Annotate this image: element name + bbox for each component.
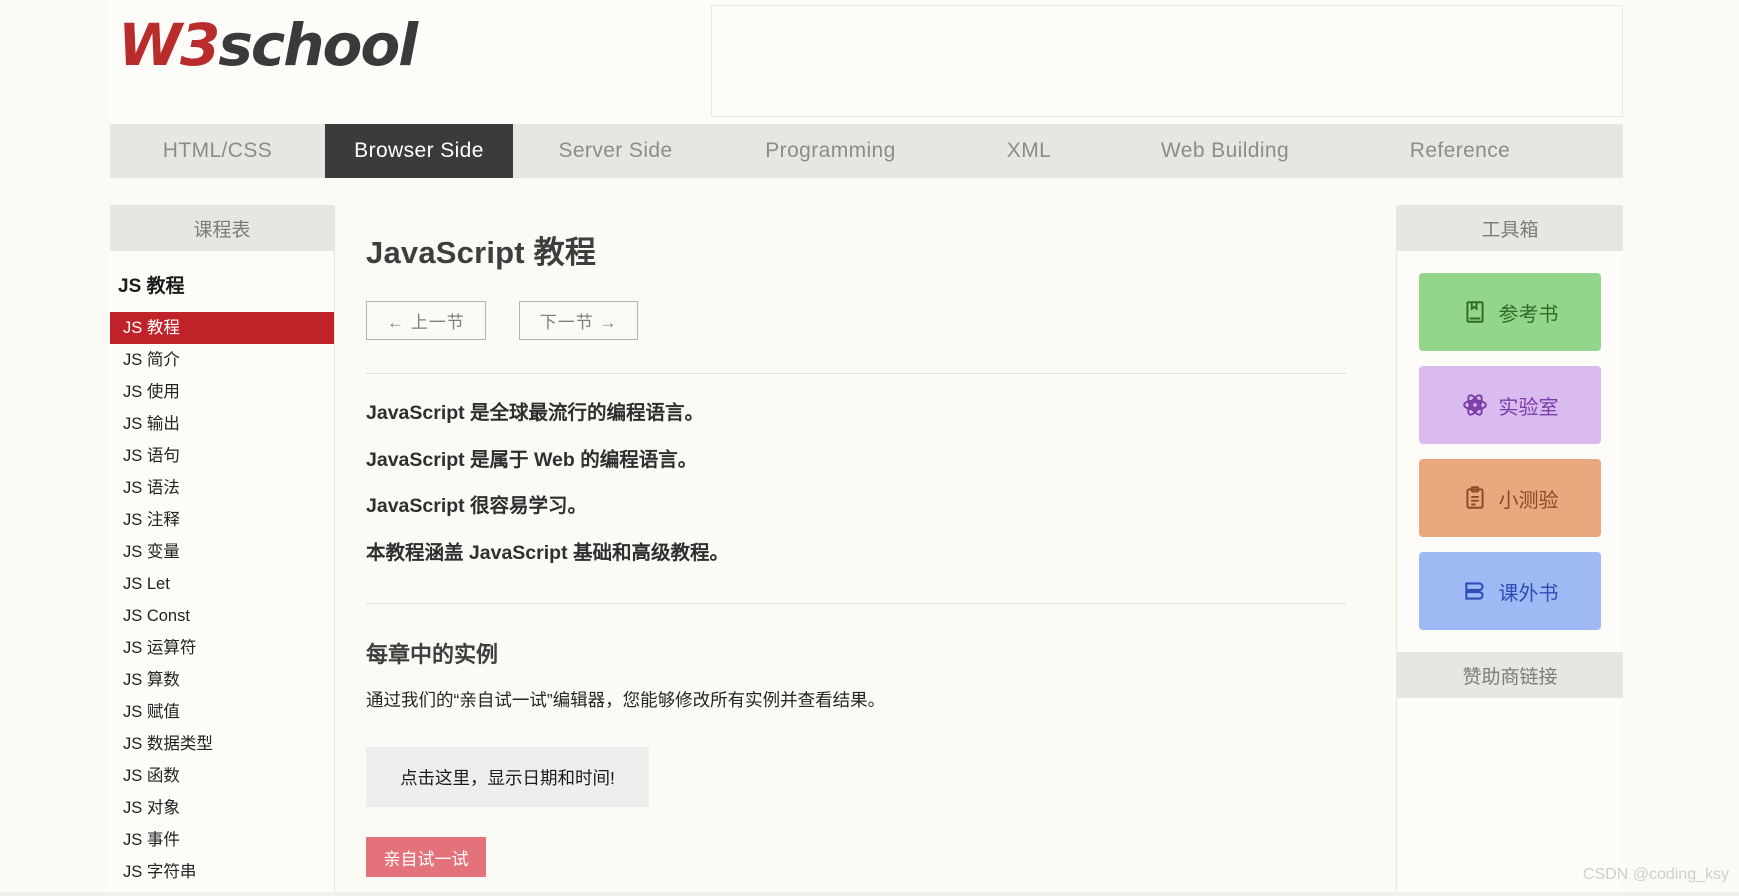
sidebar-item[interactable]: JS Const [110, 600, 334, 632]
sidebar-item[interactable]: JS 注释 [110, 504, 334, 536]
section-heading: 每章中的实例 [366, 642, 499, 667]
sidebar-heading: JS 教程 [118, 276, 185, 297]
toolbox-button-label: 小测验 [1498, 489, 1559, 512]
sidebar-item[interactable]: JS 数据类型 [110, 728, 334, 760]
toolbox-button-label: 实验室 [1498, 396, 1559, 419]
site-logo[interactable]: W3school [118, 16, 418, 74]
tab-browser-side[interactable]: Browser Side [325, 124, 513, 178]
top-navigation: HTML/CSS Browser Side Server Side Progra… [110, 124, 1623, 178]
book-icon [1462, 299, 1488, 325]
sidebar-menu: JS 教程 JS 简介 JS 使用 JS 输出 JS 语句 JS 语法 JS 注释 JS 变量… [110, 312, 334, 888]
toolbox-button-label: 参考书 [1498, 303, 1559, 326]
sidebar-item[interactable]: JS 对象 [110, 792, 334, 824]
toolbox-button-label: 课外书 [1498, 582, 1559, 605]
sidebar-item[interactable]: JS 变量 [110, 536, 334, 568]
sidebar-title: 课程表 [110, 205, 334, 251]
atom-icon [1462, 392, 1488, 418]
sidebar-item[interactable]: JS Let [110, 568, 334, 600]
sidebar-item[interactable]: JS 教程 [110, 312, 334, 344]
sidebar-item[interactable]: JS 赋值 [110, 696, 334, 728]
sidebar-item[interactable]: JS 算数 [110, 664, 334, 696]
toolbox-button-clipboard[interactable]: 小测验 [1419, 459, 1601, 537]
site-header: W3school [110, 0, 1623, 122]
sidebar-item[interactable]: JS 字符串 [110, 856, 334, 888]
prev-section-button[interactable]: ← 上一节 [366, 301, 486, 340]
page-title: JavaScript 教程 [366, 235, 597, 270]
next-section-button[interactable]: 下一节 → [518, 301, 639, 340]
lead-paragraph-4: 本教程涵盖 JavaScript 基础和高级教程。 [366, 541, 729, 564]
divider-top [366, 373, 1346, 374]
sidebar-item[interactable]: JS 输出 [110, 408, 334, 440]
demo-output-box[interactable]: 点击这里，显示日期和时间! [366, 747, 649, 807]
sidebar-item[interactable]: JS 语法 [110, 472, 334, 504]
toolbox-button-atom[interactable]: 实验室 [1419, 366, 1601, 444]
bottom-strip [0, 892, 1739, 896]
logo-w3-text: W3 [118, 11, 220, 79]
tab-xml[interactable]: XML [943, 124, 1115, 178]
divider-bottom [366, 603, 1346, 604]
toolbox-button-books[interactable]: 课外书 [1419, 552, 1601, 630]
books-icon [1462, 578, 1488, 604]
sidebar-item[interactable]: JS 简介 [110, 344, 334, 376]
tab-programming[interactable]: Programming [718, 124, 943, 178]
pager-buttons: ← 上一节 下一节 → [366, 301, 1346, 340]
lead-paragraph-3: JavaScript 很容易学习。 [366, 495, 588, 517]
sponsor-title: 赞助商链接 [1397, 652, 1623, 698]
toolbox-button-book[interactable]: 参考书 [1419, 273, 1601, 351]
section-paragraph: 通过我们的“亲自试一试”编辑器，您能够修改所有实例并查看结果。 [366, 690, 886, 710]
toolbox-title: 工具箱 [1397, 205, 1623, 251]
logo-school-text: school [218, 11, 418, 79]
tab-reference[interactable]: Reference [1335, 124, 1585, 178]
sidebar-item[interactable]: JS 函数 [110, 760, 334, 792]
watermark: CSDN @coding_ksy [1582, 866, 1729, 883]
lead-paragraph-2: JavaScript 是属于 Web 的编程语言。 [366, 448, 698, 471]
try-it-button[interactable]: 亲自试一试 [366, 837, 486, 877]
main-content: JavaScript 教程 ← 上一节 下一节 → JavaScript 是全球… [336, 205, 1396, 896]
tab-web-building[interactable]: Web Building [1115, 124, 1335, 178]
toolbox-list: 参考书实验室小测验课外书 [1397, 251, 1623, 630]
page-root: W3school HTML/CSS Browser Side Server Si… [0, 0, 1739, 896]
tab-server-side[interactable]: Server Side [513, 124, 718, 178]
clipboard-icon [1462, 485, 1488, 511]
sidebar-item[interactable]: JS 运算符 [110, 632, 334, 664]
sidebar-item[interactable]: JS 语句 [110, 440, 334, 472]
tab-html-css[interactable]: HTML/CSS [110, 124, 325, 178]
sidebar-item[interactable]: JS 事件 [110, 824, 334, 856]
right-sidebar: 工具箱 参考书实验室小测验课外书 赞助商链接 [1396, 205, 1623, 896]
advertisement-placeholder [711, 5, 1623, 117]
lead-paragraph-1: JavaScript 是全球最流行的编程语言。 [366, 402, 705, 424]
sidebar-item[interactable]: JS 使用 [110, 376, 334, 408]
left-sidebar: 课程表 JS 教程 JS 教程 JS 简介 JS 使用 JS 输出 JS 语句 JS 语法… [110, 205, 335, 896]
